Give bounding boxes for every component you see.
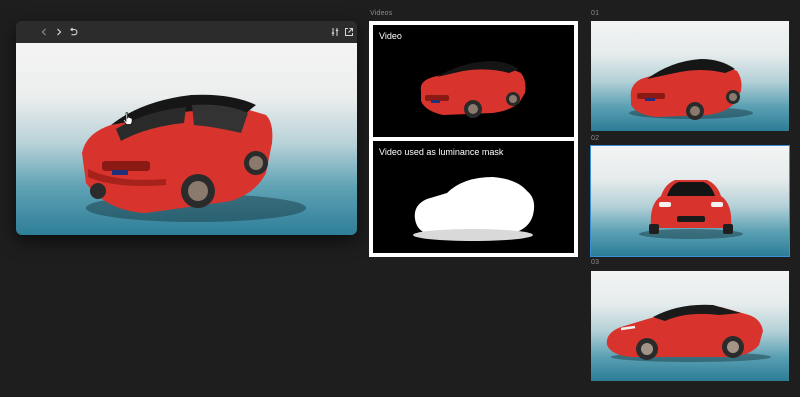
car-rear-three-quarter-image	[82, 94, 306, 222]
thumbnail-label-03: 03	[591, 259, 600, 266]
car-rear-thumbnail-image	[629, 59, 753, 120]
thumbnail-01[interactable]	[591, 21, 789, 131]
preview-canvas[interactable]	[16, 43, 357, 235]
hand-pointer-icon	[123, 112, 133, 125]
car-front-thumbnail-image	[639, 180, 743, 239]
close-button[interactable]	[353, 24, 357, 40]
preview-toolbar	[16, 21, 357, 43]
chevron-left-icon	[41, 28, 46, 36]
chevron-right-icon	[57, 28, 62, 36]
luminance-mask-player[interactable]: Video used as luminance mask	[373, 141, 574, 253]
car-side-thumbnail-image	[606, 304, 771, 362]
video-label: Video	[379, 31, 402, 41]
thumbnail-label-01: 01	[591, 10, 600, 17]
sliders-icon	[331, 28, 339, 36]
preview-window	[16, 21, 357, 235]
back-button[interactable]	[36, 24, 52, 40]
thumbnail-02[interactable]	[590, 145, 790, 257]
thumbnail-03[interactable]	[591, 271, 789, 381]
undo-icon	[70, 27, 78, 36]
videos-title: Videos	[370, 10, 393, 17]
car-mask-image	[413, 177, 535, 241]
reload-button[interactable]	[65, 24, 81, 40]
thumbnail-label-02: 02	[591, 135, 600, 142]
luminance-mask-label: Video used as luminance mask	[379, 147, 504, 157]
car-video-image	[420, 61, 526, 118]
video-player[interactable]: Video	[373, 25, 574, 137]
videos-panel: Video Video used as luminance mask	[369, 21, 578, 257]
